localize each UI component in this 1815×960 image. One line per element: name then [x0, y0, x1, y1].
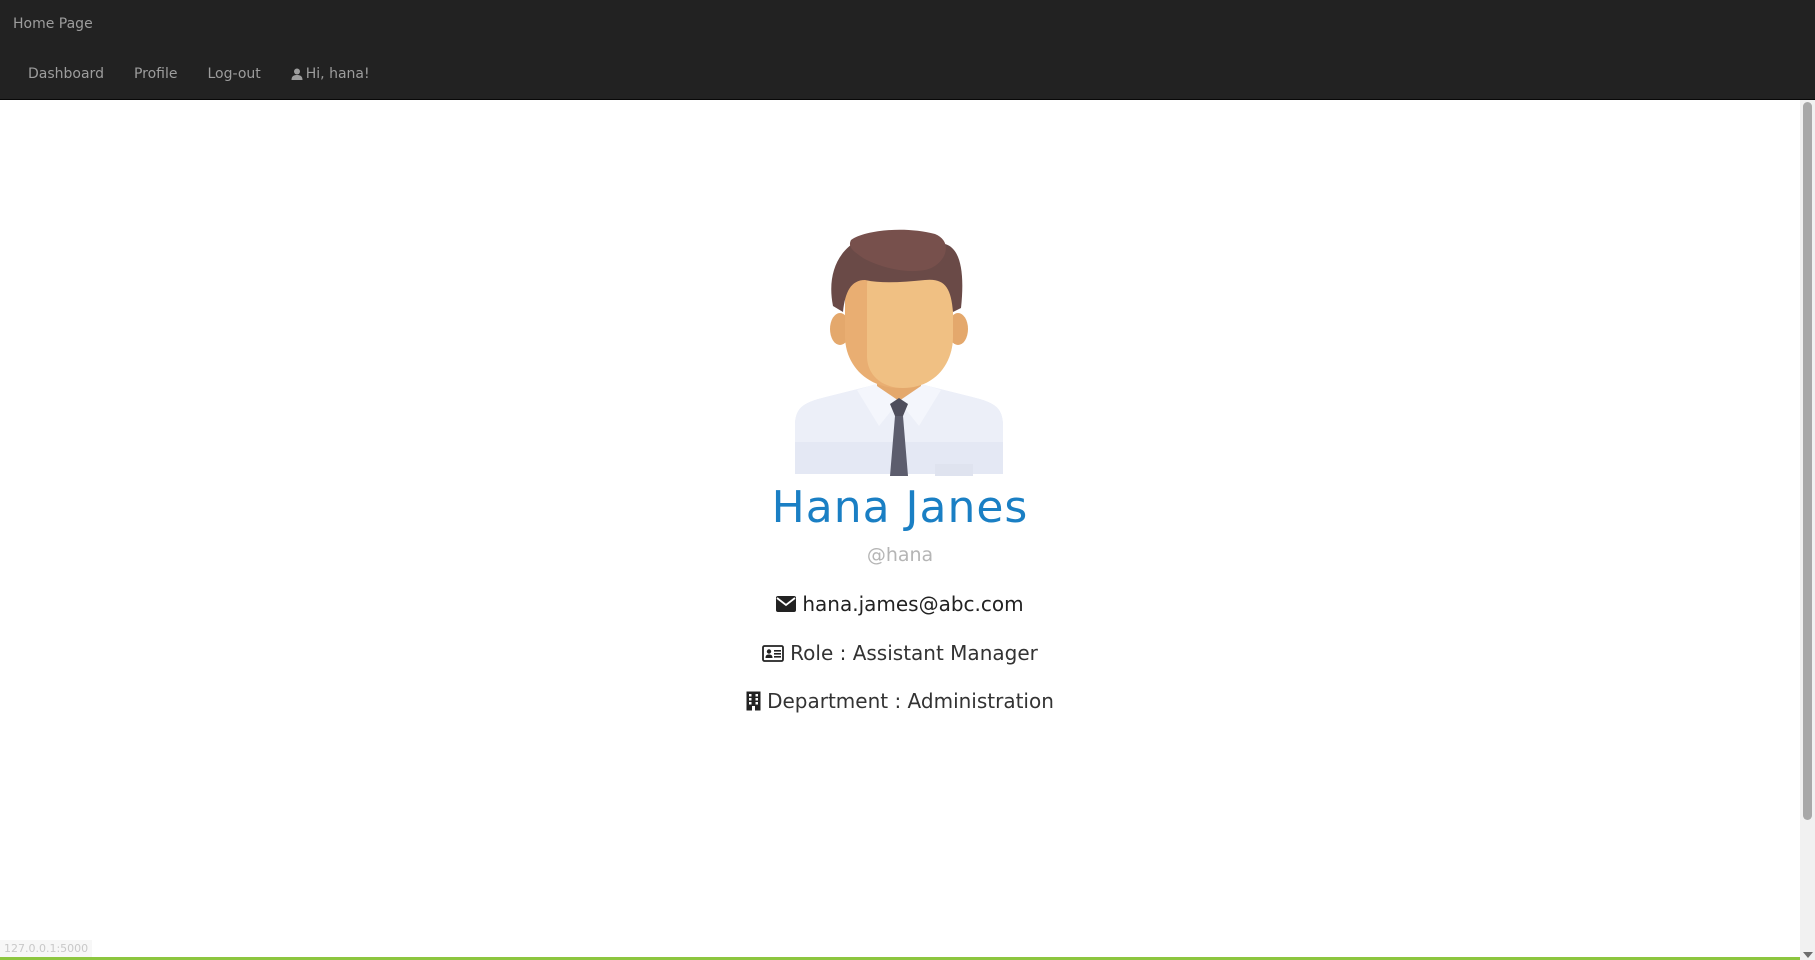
scroll-down-arrow-icon[interactable] — [1803, 952, 1813, 958]
brand-link[interactable]: Home Page — [13, 14, 93, 34]
role-row: Role : Assistant Manager — [0, 639, 1800, 667]
avatar — [795, 229, 1003, 476]
nav-profile-link[interactable]: Profile — [119, 64, 193, 84]
nav-user-greeting[interactable]: Hi, hana! — [276, 64, 385, 84]
status-bar-url: 127.0.0.1:5000 — [0, 940, 93, 957]
building-icon — [746, 691, 761, 711]
nav-links: Dashboard Profile Log-out Hi, hana! — [13, 64, 385, 84]
id-card-icon — [762, 644, 785, 662]
nav-dashboard-link[interactable]: Dashboard — [13, 64, 119, 84]
user-icon — [291, 68, 303, 80]
role-value: Role : Assistant Manager — [790, 641, 1038, 665]
scrollbar-thumb[interactable] — [1803, 102, 1812, 820]
envelope-icon — [776, 596, 797, 612]
department-value: Department : Administration — [767, 689, 1054, 713]
nav-logout-link[interactable]: Log-out — [193, 64, 276, 84]
profile-username: @hana — [866, 544, 934, 566]
top-navbar: Home Page Dashboard Profile Log-out Hi, … — [0, 0, 1815, 100]
user-greeting-label: Hi, hana! — [305, 66, 370, 82]
email-value: hana.james@abc.com — [802, 592, 1024, 616]
profile-main: Hana Janes @hana hana.james@abc.com Role… — [0, 100, 1800, 958]
email-row: hana.james@abc.com — [0, 590, 1800, 618]
department-row: Department : Administration — [0, 687, 1800, 715]
profile-name: Hana Janes — [771, 482, 1029, 533]
vertical-scrollbar[interactable] — [1800, 100, 1815, 960]
